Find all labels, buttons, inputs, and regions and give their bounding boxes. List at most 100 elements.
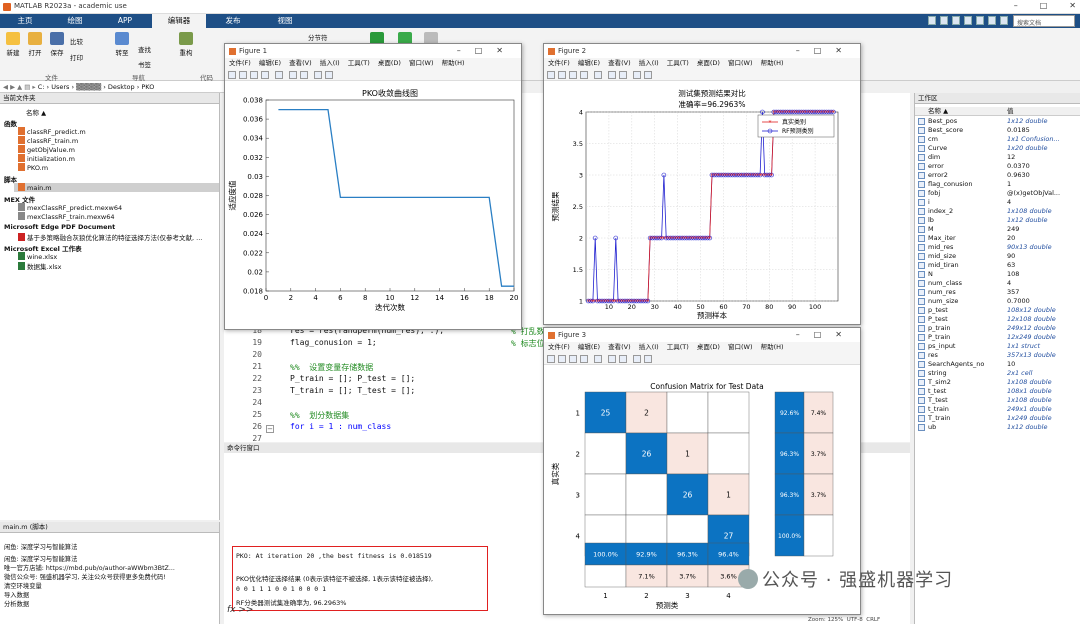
- workspace-row[interactable]: num_class 4: [915, 279, 1080, 288]
- file-item-selected[interactable]: main.m: [14, 183, 219, 192]
- workspace-row[interactable]: P_test 12x108 double: [915, 315, 1080, 324]
- file-item[interactable]: wine.xlsx: [18, 252, 57, 261]
- file-item[interactable]: classRF_predict.m: [18, 127, 86, 136]
- link-icon[interactable]: [594, 355, 602, 363]
- workspace-row[interactable]: Max_iter 20: [915, 234, 1080, 243]
- code-line[interactable]: T_train = []; T_test = [];: [290, 386, 415, 395]
- figure-menu[interactable]: 文件(F) 编辑(E) 查看(V) 插入(I) 工具(T) 桌面(D) 窗口(W…: [544, 342, 860, 353]
- close-button[interactable]: ✕: [1069, 1, 1076, 10]
- colorbar-icon[interactable]: [289, 71, 297, 79]
- file-item[interactable]: mexClassRF_train.mexw64: [18, 212, 115, 221]
- code-line[interactable]: P_train = []; P_test = [];: [290, 374, 415, 383]
- workspace-row[interactable]: p_test 108x12 double: [915, 306, 1080, 315]
- section-break-button[interactable]: 分节符: [308, 32, 348, 42]
- address-bar[interactable]: ◀ ▶ ▲ ▤ ▸ C: › Users › ▒▒▒▒▒ › Desktop ›…: [0, 81, 225, 93]
- workspace-row[interactable]: error2 0.9630: [915, 171, 1080, 180]
- property-icon[interactable]: [644, 71, 652, 79]
- property-icon[interactable]: [644, 355, 652, 363]
- property-icon[interactable]: [325, 71, 333, 79]
- name-column-header[interactable]: 名称 ▲: [26, 107, 46, 117]
- workspace-row[interactable]: p_train 249x12 double: [915, 324, 1080, 333]
- open-icon[interactable]: [558, 71, 566, 79]
- figure-2-window[interactable]: Figure 2 –□✕ 文件(F) 编辑(E) 查看(V) 插入(I) 工具(T…: [543, 43, 861, 325]
- workspace-row[interactable]: ub 1x12 double: [915, 423, 1080, 432]
- figure-window-controls[interactable]: –□✕: [796, 328, 856, 342]
- quick-save-icon[interactable]: [928, 16, 936, 25]
- new-figure-icon[interactable]: [547, 71, 555, 79]
- workspace-row[interactable]: res 357x13 double: [915, 351, 1080, 360]
- workspace-row[interactable]: fobj @(x)getObjVal...: [915, 189, 1080, 198]
- workspace-row[interactable]: flag_conusion 1: [915, 180, 1080, 189]
- figure-menu[interactable]: 文件(F) 编辑(E) 查看(V) 插入(I) 工具(T) 桌面(D) 窗口(W…: [225, 58, 521, 69]
- pointer-icon[interactable]: [633, 71, 641, 79]
- workspace-row[interactable]: Best_score 0.0185: [915, 126, 1080, 135]
- workspace-row[interactable]: T_train 1x249 double: [915, 414, 1080, 423]
- print-button[interactable]: 打印: [70, 52, 104, 62]
- figure-1-window[interactable]: Figure 1 –□✕ 文件(F) 编辑(E) 查看(V) 插入(I) 工具(T…: [224, 43, 522, 330]
- quick-cut-icon[interactable]: [940, 16, 948, 25]
- print-icon[interactable]: [261, 71, 269, 79]
- file-item[interactable]: 数据集.xlsx: [18, 261, 61, 271]
- workspace-row[interactable]: i4: [915, 198, 1080, 207]
- save-icon[interactable]: [569, 355, 577, 363]
- command-prompt[interactable]: fx >>: [227, 605, 253, 615]
- workspace-row[interactable]: mid_size 90: [915, 252, 1080, 261]
- save-icon[interactable]: [569, 71, 577, 79]
- tab-publish[interactable]: 发布: [206, 14, 260, 28]
- file-item[interactable]: mexClassRF_predict.mexw64: [18, 203, 122, 212]
- maximize-button[interactable]: □: [1040, 1, 1048, 10]
- file-item[interactable]: getObjValue.m: [18, 145, 75, 154]
- code-line[interactable]: %% 划分数据集: [290, 410, 349, 421]
- workspace-row[interactable]: string 2x1 cell: [915, 369, 1080, 378]
- print-icon[interactable]: [580, 71, 588, 79]
- goto-button[interactable]: 转至: [112, 32, 132, 57]
- quick-redo-icon[interactable]: [988, 16, 996, 25]
- file-item[interactable]: 基于多策略融合灰狼优化算法的特征选择方法(仅参考文献, ...: [18, 232, 202, 242]
- workspace-row[interactable]: T_test 1x108 double: [915, 396, 1080, 405]
- new-figure-icon[interactable]: [228, 71, 236, 79]
- file-item[interactable]: initialization.m: [18, 154, 75, 163]
- workspace-row[interactable]: mid_tiran 63: [915, 261, 1080, 270]
- print-icon[interactable]: [580, 355, 588, 363]
- new-figure-icon[interactable]: [547, 355, 555, 363]
- save-icon[interactable]: [250, 71, 258, 79]
- workspace-row[interactable]: P_train 12x249 double: [915, 333, 1080, 342]
- workspace-row[interactable]: num_size 0.7000: [915, 297, 1080, 306]
- open-button[interactable]: 打开: [25, 32, 45, 57]
- workspace-row[interactable]: t_train 249x1 double: [915, 405, 1080, 414]
- link-icon[interactable]: [275, 71, 283, 79]
- figure-menu[interactable]: 文件(F) 编辑(E) 查看(V) 插入(I) 工具(T) 桌面(D) 窗口(W…: [544, 58, 860, 69]
- workspace-row[interactable]: T_sim2 1x108 double: [915, 378, 1080, 387]
- compare-button[interactable]: 比较: [70, 36, 104, 46]
- new-button[interactable]: 新建: [3, 32, 23, 57]
- tab-apps[interactable]: APP: [100, 14, 150, 28]
- pointer-icon[interactable]: [633, 355, 641, 363]
- code-line[interactable]: %% 设置变量存储数据: [290, 362, 373, 373]
- find-button[interactable]: 查找: [138, 44, 168, 54]
- workspace-row[interactable]: SearchAgents_no 10: [915, 360, 1080, 369]
- workspace-row[interactable]: cm 1x1 Confusion...: [915, 135, 1080, 144]
- figure-window-controls[interactable]: –□✕: [796, 44, 856, 58]
- refactor-button[interactable]: 重构: [176, 32, 196, 57]
- workspace-row[interactable]: M 249: [915, 225, 1080, 234]
- minimize-button[interactable]: –: [1014, 1, 1018, 10]
- workspace-row[interactable]: Curve 1x20 double: [915, 144, 1080, 153]
- bookmark-button[interactable]: 书签: [138, 59, 168, 69]
- workspace-row[interactable]: N 108: [915, 270, 1080, 279]
- save-button[interactable]: 保存: [47, 32, 67, 57]
- workspace-row[interactable]: num_res 357: [915, 288, 1080, 297]
- legend-icon[interactable]: [619, 71, 627, 79]
- quick-paste-icon[interactable]: [964, 16, 972, 25]
- figure-window-controls[interactable]: –□✕: [457, 44, 517, 58]
- search-docs-input[interactable]: 搜索文档: [1013, 15, 1075, 27]
- open-icon[interactable]: [239, 71, 247, 79]
- workspace-name-header[interactable]: 名称 ▲: [928, 107, 948, 116]
- workspace-row[interactable]: ps_input 1x1 struct: [915, 342, 1080, 351]
- file-item[interactable]: PKO.m: [18, 163, 48, 172]
- workspace-row[interactable]: error 0.0370: [915, 162, 1080, 171]
- colorbar-icon[interactable]: [608, 71, 616, 79]
- tab-home[interactable]: 主页: [0, 14, 50, 28]
- quick-undo-icon[interactable]: [976, 16, 984, 25]
- tab-plots[interactable]: 绘图: [50, 14, 100, 28]
- tab-view[interactable]: 视图: [260, 14, 310, 28]
